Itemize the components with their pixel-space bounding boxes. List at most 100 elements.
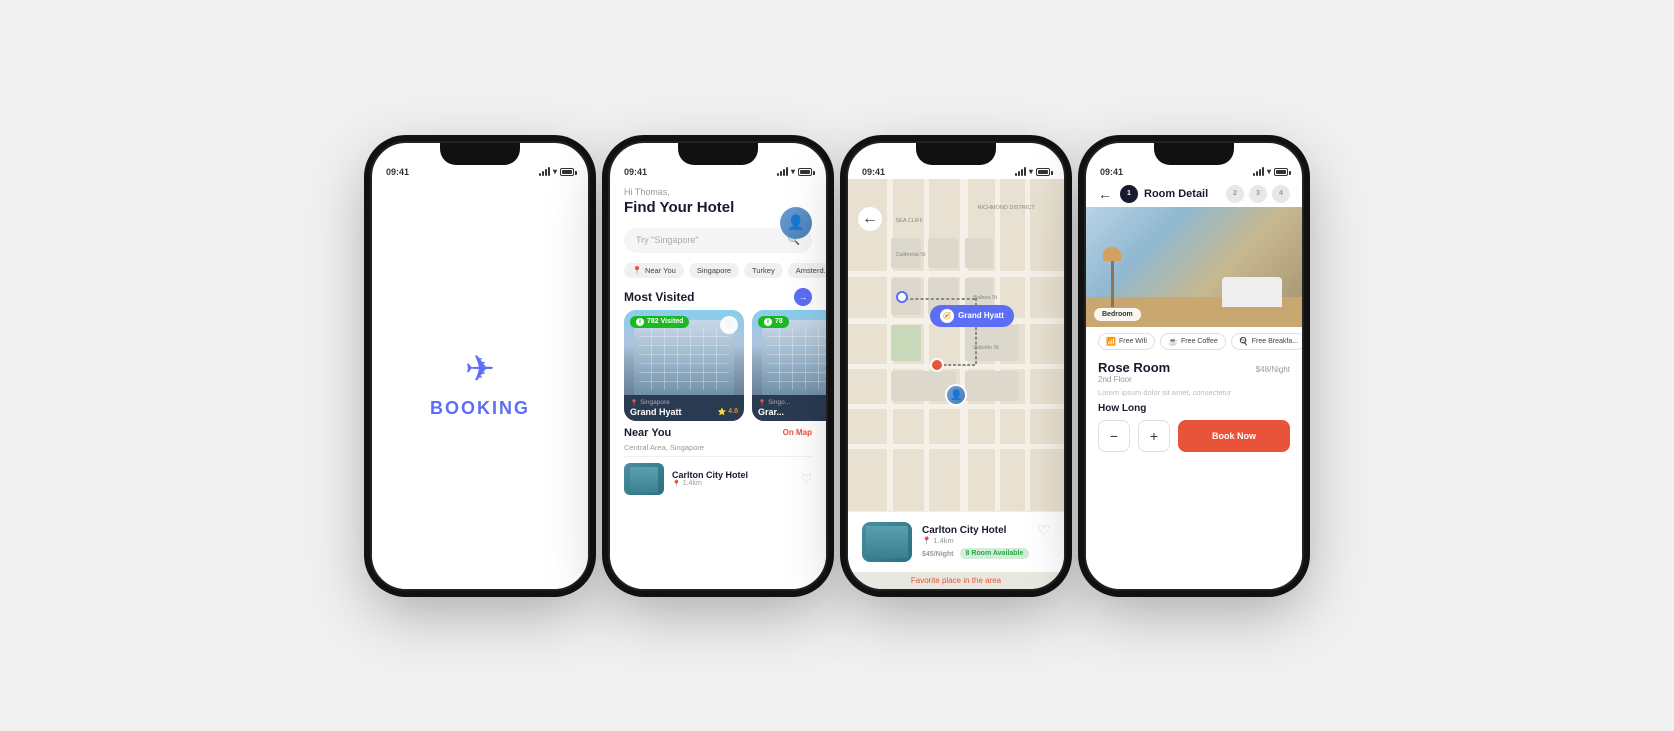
wifi-amenity-label: Free Wifi (1119, 338, 1147, 345)
phone-splash-wrapper: 09:41 ▾ ✈ BOOKING (370, 141, 590, 591)
how-long-label: How Long (1098, 403, 1290, 414)
phone-splash: 09:41 ▾ ✈ BOOKING (370, 141, 590, 591)
phone-map-wrapper: 09:41 ▾ ← (846, 141, 1066, 591)
hotel-cards-row: i 782 Visited ♡ 📍 Singapore (610, 310, 826, 421)
map-block-3 (965, 238, 993, 268)
chip-turkey[interactable]: Turkey (744, 263, 783, 278)
map-hotel-name: Carlton City Hotel (922, 525, 1050, 536)
heart-icon-0[interactable]: ♡ (720, 316, 738, 334)
battery-splash (560, 168, 574, 176)
near-hotel-img-0 (624, 463, 664, 495)
street-v-2 (924, 179, 929, 511)
map-heart-icon[interactable]: ♡ (1037, 522, 1050, 539)
hotel-building-1 (762, 320, 826, 395)
chip-near-you-label: Near You (645, 266, 676, 275)
near-you-section: Near You On Map Central Area, Singapore … (610, 421, 826, 503)
chip-singapore[interactable]: Singapore (689, 263, 739, 278)
hotel-location-0: 📍 Singapore (630, 399, 738, 407)
map-block-green-1 (891, 325, 921, 362)
plane-icon: ✈ (465, 348, 495, 390)
map-label-2: California St (896, 252, 926, 258)
hotel-name-0: Grand Hyatt (630, 407, 682, 417)
room-detail-content: ← 1 Room Detail 2 3 4 (1086, 179, 1302, 589)
bar2 (542, 171, 544, 176)
room-floor: 2nd Floor (1098, 375, 1290, 384)
visit-badge-icon-1: i (764, 318, 772, 326)
map-content: ← (848, 179, 1064, 589)
room-header: ← 1 Room Detail 2 3 4 (1086, 179, 1302, 207)
phone-room-detail-wrapper: 09:41 ▾ ← 1 (1084, 141, 1304, 591)
map-area: RICHMOND DISTRICT California St Balboa S… (848, 179, 1064, 511)
bar1 (539, 173, 541, 176)
room-bed (1222, 277, 1282, 307)
step-3: 3 (1249, 185, 1267, 203)
map-hotel-dist: 📍 1.4km (922, 536, 1050, 545)
map-background[interactable]: RICHMOND DISTRICT California St Balboa S… (848, 179, 1064, 511)
most-visited-header: Most Visited → (610, 282, 826, 310)
status-icons-map: ▾ (1015, 167, 1050, 176)
step-indicators: 2 3 4 (1226, 185, 1290, 203)
near-hotel-heart-0[interactable]: ♡ (801, 472, 812, 486)
on-map-btn[interactable]: On Map (783, 428, 812, 437)
hotel-card-0[interactable]: i 782 Visited ♡ 📍 Singapore (624, 310, 744, 421)
star-icon-0: ⭐ (718, 408, 727, 416)
map-pin-icon: 🧭 (940, 309, 954, 323)
near-hotel-item-0[interactable]: Carlton City Hotel 📍 1.4km ♡ (624, 456, 812, 501)
near-you-header: Near You On Map (624, 427, 812, 439)
hotel-card-info-0: 📍 Singapore Grand Hyatt ⭐ 4.8 (624, 395, 744, 421)
chip-amsterdam[interactable]: Amsterd... (788, 263, 826, 278)
map-block-7 (965, 325, 1019, 362)
near-you-title: Near You (624, 427, 671, 439)
room-name: Rose Room (1098, 360, 1170, 375)
hotel-location-1: 📍 Singo... (758, 399, 826, 407)
battery-map (1036, 168, 1050, 176)
phone-room-detail: 09:41 ▾ ← 1 (1084, 141, 1304, 591)
hotel-card-img-1: i 78 (752, 310, 826, 395)
visit-badge-icon-0: i (636, 318, 644, 326)
step-2: 2 (1226, 185, 1244, 203)
hotel-card-1[interactable]: i 78 📍 Singo... Grar... (752, 310, 826, 421)
amenities-row: 📶 Free Wifi ☕ Free Coffee 🍳 Free Breakfa… (1086, 327, 1302, 356)
step-1: 1 (1120, 185, 1138, 203)
location-pin-0: 📍 (630, 399, 638, 407)
phone-hotel-list: 09:41 ▾ Hi Thomas, Find Your (608, 141, 828, 591)
map-hotel-img (862, 522, 912, 562)
breakfast-amenity-label: Free Breakfa... (1252, 338, 1298, 345)
plus-button[interactable]: + (1138, 420, 1170, 452)
time-room-detail: 09:41 (1100, 167, 1123, 177)
room-back-button[interactable]: ← (1098, 186, 1112, 202)
map-label-5: SEA CLIFF (896, 218, 924, 224)
map-dist-pin: 📍 (922, 536, 931, 545)
hotel-card-info-1: 📍 Singo... Grar... (752, 395, 826, 421)
near-hotel-name-0: Carlton City Hotel (672, 470, 793, 480)
hotel-name-1: Grar... (758, 407, 826, 417)
dist-pin-0: 📍 (672, 480, 681, 488)
pin-icon: 📍 (632, 266, 642, 275)
room-info-section: Rose Room $48/Night 2nd Floor Lorem ipsu… (1086, 356, 1302, 456)
map-rooms-badge: 8 Room Available (960, 548, 1030, 559)
coffee-amenity-icon: ☕ (1168, 337, 1178, 346)
map-favorite-text: Favorite place in the area (848, 572, 1064, 589)
book-now-button[interactable]: Book Now (1178, 420, 1290, 452)
status-icons-splash: ▾ (539, 167, 574, 176)
near-hotel-info-0: Carlton City Hotel 📍 1.4km (672, 470, 793, 488)
visit-badge-0: i 782 Visited (630, 316, 689, 328)
location-pin-1: 📍 (758, 399, 766, 407)
hotel-building-0 (634, 320, 734, 395)
room-name-row: Rose Room $48/Night (1098, 360, 1290, 375)
minus-button[interactable]: − (1098, 420, 1130, 452)
room-description: Lorem ipsum dolor sit amet, consectetur (1098, 388, 1290, 397)
wifi-icon-room-detail: ▾ (1267, 167, 1271, 176)
chip-amsterdam-label: Amsterd... (796, 266, 826, 275)
battery-hotel-list (798, 168, 812, 176)
chip-near-you[interactable]: 📍 Near You (624, 263, 684, 278)
map-back-button[interactable]: ← (858, 207, 882, 231)
bedroom-label: Bedroom (1094, 308, 1141, 321)
grand-hyatt-pin[interactable]: 🧭 Grand Hyatt (930, 305, 1014, 327)
room-price: $48/Night (1256, 360, 1290, 375)
chip-singapore-label: Singapore (697, 266, 731, 275)
room-image: Bedroom (1086, 207, 1302, 327)
street-v-5 (1025, 179, 1030, 511)
most-visited-arrow[interactable]: → (794, 288, 812, 306)
filter-chips: 📍 Near You Singapore Turkey Amsterd... (610, 259, 826, 282)
